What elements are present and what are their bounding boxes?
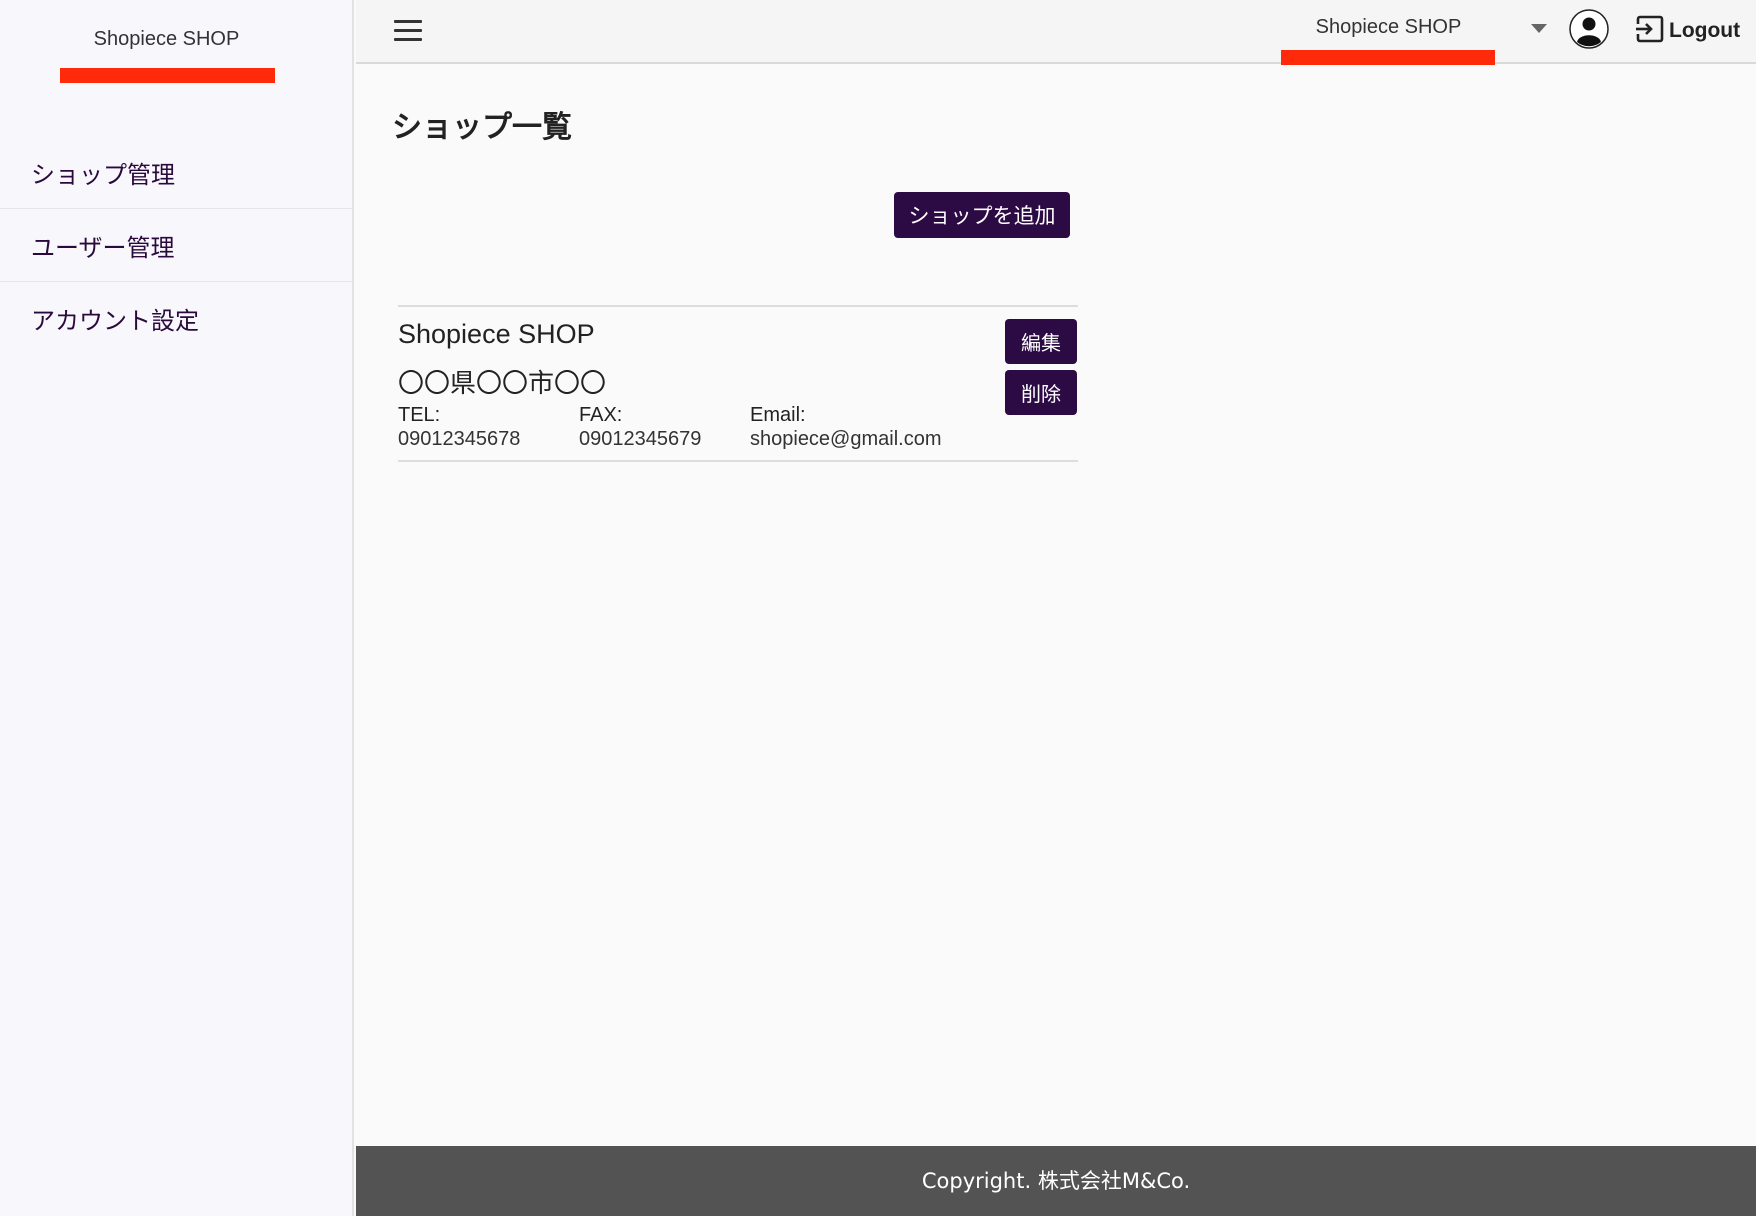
copyright-text: Copyright. 株式会社M&Co.	[921, 1169, 1191, 1193]
tel-label: TEL:	[398, 404, 441, 426]
sidebar-item-label: ショップ管理	[31, 161, 175, 189]
logout-icon	[1635, 14, 1665, 49]
delete-shop-button[interactable]: 削除	[1005, 370, 1077, 415]
shop-selector-dropdown[interactable]: Shopiece SHOP	[1281, 0, 1581, 65]
app-root: Shopiece SHOP ショップ管理 ユーザー管理 アカウント設定 Shop…	[0, 0, 1756, 1216]
shop-tel: TEL: 09012345678	[398, 403, 520, 451]
sidebar: Shopiece SHOP ショップ管理 ユーザー管理 アカウント設定	[0, 0, 354, 1216]
shop-name: Shopiece SHOP	[398, 319, 595, 349]
sidebar-brand[interactable]: Shopiece SHOP	[0, 28, 333, 51]
shop-list-item: Shopiece SHOP 〇〇県〇〇市〇〇 TEL: 09012345678 …	[398, 305, 1078, 462]
shop-fax: FAX: 09012345679	[579, 403, 701, 451]
brand-highlight-bar	[60, 68, 275, 83]
shop-selector-value: Shopiece SHOP	[1315, 16, 1462, 38]
main-content: ショップ一覧 ショップを追加 Shopiece SHOP 〇〇県〇〇市〇〇 TE…	[356, 64, 1756, 1146]
edit-shop-button[interactable]: 編集	[1005, 319, 1077, 364]
footer: Copyright. 株式会社M&Co.	[356, 1146, 1756, 1216]
sidebar-item-label: アカウント設定	[31, 308, 199, 335]
logout-button[interactable]: Logout	[1635, 14, 1740, 48]
hamburger-menu-icon[interactable]	[394, 20, 422, 42]
email-label: Email:	[750, 404, 806, 426]
shop-selector-highlight-bar	[1281, 50, 1495, 65]
sidebar-item-label: ユーザー管理	[31, 234, 175, 262]
shop-email: Email: shopiece@gmail.com	[750, 403, 942, 451]
shop-address: 〇〇県〇〇市〇〇	[398, 369, 607, 399]
sidebar-item-account-settings[interactable]: アカウント設定	[0, 282, 352, 355]
sidebar-nav: ショップ管理 ユーザー管理 アカウント設定	[0, 136, 352, 355]
logout-label: Logout	[1669, 19, 1741, 42]
page-title: ショップ一覧	[392, 111, 572, 144]
fax-label: FAX:	[579, 404, 623, 426]
add-shop-button[interactable]: ショップを追加	[894, 192, 1070, 238]
sidebar-item-user-management[interactable]: ユーザー管理	[0, 209, 352, 282]
chevron-down-icon	[1531, 24, 1547, 33]
tel-value: 09012345678	[398, 428, 521, 450]
user-avatar-icon[interactable]	[1569, 9, 1609, 49]
fax-value: 09012345679	[579, 428, 702, 450]
email-value: shopiece@gmail.com	[750, 428, 942, 450]
top-header: Shopiece SHOP Logout	[356, 0, 1756, 65]
sidebar-item-shop-management[interactable]: ショップ管理	[0, 136, 352, 209]
